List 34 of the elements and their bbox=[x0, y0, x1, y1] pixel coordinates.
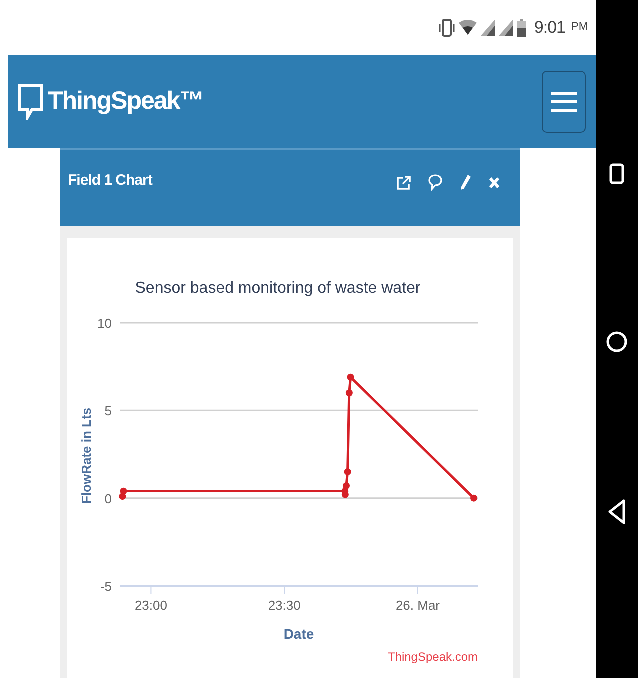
axis-tick-label: 10 bbox=[98, 316, 112, 331]
credit-link[interactable]: ThingSpeak.com bbox=[388, 650, 478, 664]
data-point bbox=[347, 374, 354, 381]
external-link-icon[interactable] bbox=[397, 176, 411, 190]
axis-tick-label: 23:00 bbox=[134, 598, 168, 613]
axis-tick-label: 5 bbox=[104, 404, 112, 419]
clock-meridiem: PM bbox=[572, 20, 588, 36]
battery-icon bbox=[517, 18, 526, 36]
clock-time: 9:01 bbox=[534, 16, 566, 39]
y-axis-title: FlowRate in Lts bbox=[79, 408, 94, 504]
axis-tick-label: 23:30 bbox=[268, 598, 301, 613]
axis-tick-label: -5 bbox=[100, 579, 112, 594]
signal-icon bbox=[481, 20, 496, 36]
recent-apps-icon[interactable] bbox=[609, 163, 625, 185]
back-icon[interactable] bbox=[608, 499, 626, 525]
comment-icon[interactable] bbox=[428, 174, 443, 191]
chart-title: Sensor based monitoring of waste water bbox=[135, 280, 421, 297]
axis-tick-label: 26. Mar bbox=[396, 598, 440, 613]
signal-icon bbox=[499, 20, 514, 36]
data-point bbox=[346, 390, 353, 397]
logo-icon bbox=[18, 84, 44, 120]
close-icon[interactable] bbox=[489, 176, 500, 188]
x-axis-title: Date bbox=[284, 626, 314, 642]
vibrate-icon bbox=[439, 18, 456, 36]
menu-button[interactable] bbox=[542, 70, 586, 132]
menu-icon bbox=[551, 90, 577, 114]
pencil-icon[interactable] bbox=[460, 174, 472, 191]
home-icon[interactable] bbox=[606, 331, 628, 353]
brand-name[interactable]: ThingSpeak™ bbox=[48, 82, 204, 120]
data-point bbox=[344, 468, 352, 476]
data-point bbox=[470, 494, 478, 502]
axis-tick-label: 0 bbox=[104, 491, 112, 506]
card-title: Field 1 Chart bbox=[68, 171, 152, 191]
wifi-icon bbox=[459, 20, 478, 36]
